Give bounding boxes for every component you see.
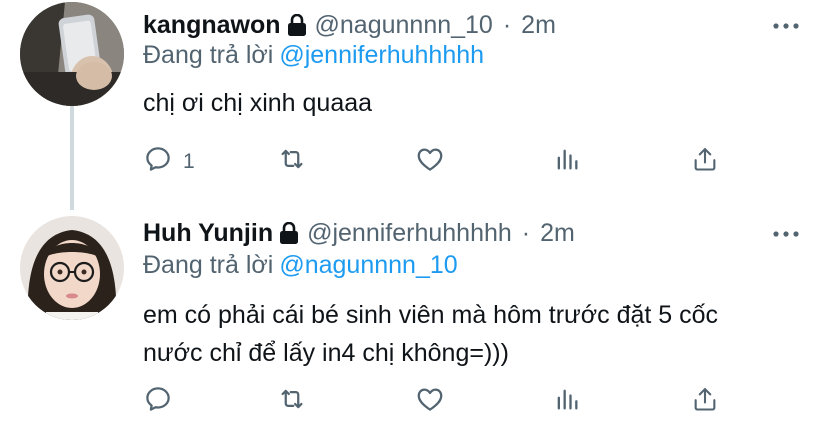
display-name[interactable]: Huh Yunjin [143,219,273,248]
tweet-actions: 1 [143,142,743,182]
display-name[interactable]: kangnawon [143,11,281,40]
like-icon [415,384,445,420]
separator-dot: · [521,218,531,247]
retweet-button[interactable] [276,382,308,422]
retweet-icon [276,384,308,420]
like-button[interactable] [415,382,445,422]
like-icon [415,144,445,180]
share-button[interactable] [691,382,719,422]
tweet-text: chị ơi chị xinh quaaa [143,89,373,117]
reply-icon [143,384,173,420]
mention-link[interactable]: @jenniferhuhhhhh [279,41,484,69]
retweet-icon [276,144,308,180]
retweet-button[interactable] [276,142,308,182]
share-icon [691,144,719,180]
avatar[interactable] [20,2,124,106]
lock-icon [287,14,307,36]
like-button[interactable] [415,142,445,182]
tweet-actions [143,382,743,422]
replying-to-label: Đang trả lời [143,41,274,69]
replying-to: Đang trả lời @nagunnnn_10 [143,251,458,280]
lock-icon [279,222,299,244]
more-icon[interactable] [772,220,800,248]
reply-icon [143,144,173,180]
reply-button[interactable]: 1 [143,142,195,182]
reply-button[interactable] [143,382,183,422]
replying-to: Đang trả lời @jenniferhuhhhhh [143,41,484,70]
stats-button[interactable] [553,142,581,182]
mention-link[interactable]: @nagunnnn_10 [279,251,457,279]
user-handle[interactable]: @jenniferhuhhhhh [307,219,512,248]
reply-count: 1 [183,150,195,173]
tweet-header: kangnawon @nagunnnn_10 · 2m [143,8,556,42]
tweet[interactable]: kangnawon @nagunnnn_10 · 2m Đang trả lời… [0,0,828,210]
tweet-header: Huh Yunjin @jenniferhuhhhhh · 2m [143,216,575,250]
timestamp[interactable]: 2m [540,219,575,248]
stats-button[interactable] [553,382,581,422]
share-button[interactable] [691,142,719,182]
more-icon[interactable] [772,12,800,40]
stats-icon [553,384,581,420]
timestamp[interactable]: 2m [521,11,556,40]
replying-to-label: Đang trả lời [143,251,274,279]
tweet-text: em có phải cái bé sinh viên mà hôm trước… [143,301,719,367]
stats-icon [553,144,581,180]
share-icon [691,384,719,420]
tweet[interactable]: Huh Yunjin @jenniferhuhhhhh · 2m Đang tr… [0,210,828,423]
avatar[interactable] [20,216,124,320]
separator-dot: · [502,10,512,39]
user-handle[interactable]: @nagunnnn_10 [315,11,493,40]
